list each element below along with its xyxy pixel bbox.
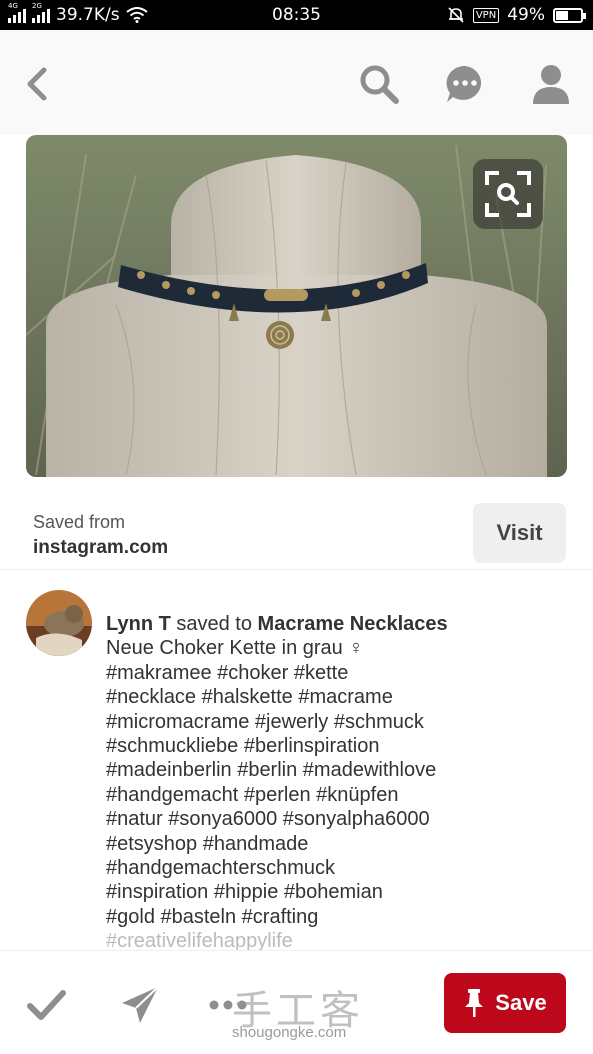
source-domain[interactable]: instagram.com: [33, 537, 168, 559]
top-nav: [0, 30, 593, 135]
bell-muted-icon: [448, 7, 464, 23]
avatar[interactable]: [26, 590, 92, 656]
saved-from-label: Saved from: [33, 512, 126, 532]
vpn-badge: VPN: [472, 7, 500, 23]
avatar-image: [26, 590, 92, 656]
visual-search-button[interactable]: [473, 159, 543, 229]
send-icon[interactable]: [118, 983, 162, 1027]
description-text: Neue Choker Kette in grau ♀ #makramee #c…: [106, 637, 437, 928]
check-icon[interactable]: [24, 983, 68, 1027]
user-name[interactable]: Lynn T: [106, 613, 171, 635]
visit-button[interactable]: Visit: [473, 503, 566, 563]
attribution: Lynn T saved to Macrame Necklaces: [106, 612, 546, 636]
pin-image[interactable]: [26, 135, 567, 477]
back-icon[interactable]: [22, 64, 58, 104]
status-right: VPN 49%: [447, 5, 586, 25]
pin-icon: [465, 989, 484, 1017]
board-name[interactable]: Macrame Necklaces: [258, 613, 448, 635]
status-bar: 4G 2G 39.7K/s 08:35 VPN 49%: [0, 0, 593, 30]
search-icon[interactable]: [357, 62, 401, 106]
source-row: Saved from instagram.com Visit: [0, 490, 593, 570]
battery-icon: [553, 7, 586, 23]
saved-to-text: saved to: [170, 613, 258, 635]
pin-description: Lynn T saved to Macrame Necklaces Neue C…: [106, 612, 546, 954]
visual-search-icon: [485, 171, 531, 217]
save-button[interactable]: Save: [444, 973, 566, 1033]
nav-actions: [357, 62, 573, 106]
watermark-url: shougongke.com: [232, 1024, 347, 1041]
battery-percent: 49%: [507, 5, 545, 25]
profile-icon[interactable]: [529, 62, 573, 106]
save-label: Save: [495, 990, 547, 1015]
chat-icon[interactable]: [443, 62, 487, 106]
